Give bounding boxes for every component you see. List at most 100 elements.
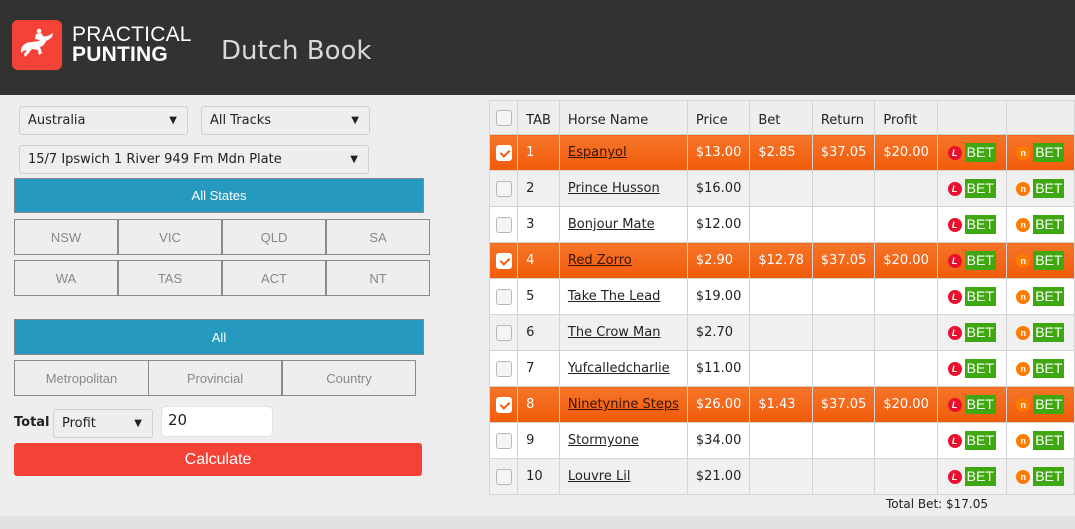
horse-name-link[interactable]: Prince Husson [568, 181, 660, 196]
header-return[interactable]: Return [811, 100, 876, 135]
bet-label[interactable]: BET [1033, 395, 1065, 414]
row-checkbox[interactable] [495, 216, 512, 233]
row-select-cell[interactable] [488, 350, 519, 387]
type-button-metropolitan[interactable]: Metropolitan [14, 360, 149, 396]
bet-label[interactable]: BET [1033, 179, 1065, 198]
ladbrokes-bet-button[interactable]: L BET [947, 143, 996, 162]
ladbrokes-bet-button[interactable]: L BET [947, 287, 996, 306]
bet-label[interactable]: BET [1033, 359, 1065, 378]
neds-bet-button[interactable]: n BET [1016, 359, 1065, 378]
state-button-tas[interactable]: TAS [118, 260, 222, 296]
all-states-button[interactable]: All States [14, 178, 424, 213]
bet-label[interactable]: BET [964, 287, 996, 306]
neds-bet-button[interactable]: n BET [1016, 251, 1065, 270]
bet-label[interactable]: BET [1033, 431, 1065, 450]
row-select-cell[interactable] [488, 422, 519, 459]
bet-label[interactable]: BET [964, 251, 996, 270]
neds-bet-button[interactable]: n BET [1016, 143, 1065, 162]
neds-bet-button[interactable]: n BET [1016, 467, 1065, 486]
row-checkbox[interactable] [495, 144, 512, 161]
ladbrokes-bet-button[interactable]: L BET [947, 395, 996, 414]
bet-label[interactable]: BET [964, 215, 996, 234]
race-select[interactable]: 15/7 Ipswich 1 River 949 Fm Mdn Plate ▼ [19, 145, 369, 174]
bet-label[interactable]: BET [964, 179, 996, 198]
horse-name-link[interactable]: Take The Lead [568, 289, 661, 304]
horse-name-link[interactable]: The Crow Man [568, 325, 661, 340]
neds-bet-button[interactable]: n BET [1016, 215, 1065, 234]
header-profit[interactable]: Profit [874, 100, 938, 135]
state-button-nt[interactable]: NT [326, 260, 430, 296]
row-checkbox[interactable] [495, 396, 512, 413]
bet-label[interactable]: BET [964, 359, 996, 378]
total-mode-select[interactable]: Profit ▼ [53, 409, 153, 438]
row-checkbox[interactable] [495, 180, 512, 197]
bet-label[interactable]: BET [964, 323, 996, 342]
bet-label[interactable]: BET [1033, 215, 1065, 234]
bet-label[interactable]: BET [1033, 467, 1065, 486]
row-checkbox[interactable] [495, 252, 512, 269]
row-select-cell[interactable] [488, 170, 519, 207]
ladbrokes-bet-button[interactable]: L BET [947, 179, 996, 198]
bet-label[interactable]: BET [964, 467, 996, 486]
row-select-cell[interactable] [488, 314, 519, 351]
ladbrokes-bet-button[interactable]: L BET [947, 215, 996, 234]
row-select-cell[interactable] [488, 134, 519, 171]
row-checkbox[interactable] [495, 360, 512, 377]
state-button-nsw[interactable]: NSW [14, 219, 118, 255]
row-checkbox[interactable] [495, 432, 512, 449]
header-horse-name[interactable]: Horse Name [558, 100, 688, 135]
row-select-cell[interactable] [488, 242, 519, 279]
bet-label[interactable]: BET [1033, 143, 1065, 162]
row-checkbox[interactable] [495, 288, 512, 305]
tracks-select[interactable]: All Tracks ▼ [201, 106, 370, 135]
row-select-cell[interactable] [488, 458, 519, 495]
horse-name-link[interactable]: Red Zorro [568, 253, 632, 268]
neds-bet-button[interactable]: n BET [1016, 431, 1065, 450]
all-types-button[interactable]: All [14, 319, 424, 355]
ladbrokes-bet-button[interactable]: L BET [947, 251, 996, 270]
horse-name-link[interactable]: Bonjour Mate [568, 217, 655, 232]
state-button-vic[interactable]: VIC [118, 219, 222, 255]
row-checkbox[interactable] [495, 324, 512, 341]
neds-bet-button[interactable]: n BET [1016, 395, 1065, 414]
bet-label[interactable]: BET [964, 431, 996, 450]
tab-number: 5 [517, 278, 560, 315]
header-tab[interactable]: TAB [517, 100, 560, 135]
neds-bet-button[interactable]: n BET [1016, 179, 1065, 198]
ladbrokes-bet-button[interactable]: L BET [947, 359, 996, 378]
ladbrokes-bet-button[interactable]: L BET [947, 431, 996, 450]
row-select-cell[interactable] [488, 386, 519, 423]
select-all-header[interactable] [488, 100, 519, 135]
country-select[interactable]: Australia ▼ [19, 106, 188, 135]
row-checkbox[interactable] [495, 468, 512, 485]
ladbrokes-bet-button[interactable]: L BET [947, 323, 996, 342]
calculate-button[interactable]: Calculate [14, 443, 422, 476]
neds-bet-button[interactable]: n BET [1016, 287, 1065, 306]
bet-label[interactable]: BET [1033, 323, 1065, 342]
bet-label[interactable]: BET [1033, 287, 1065, 306]
bet-label[interactable]: BET [964, 395, 996, 414]
type-button-provincial[interactable]: Provincial [148, 360, 282, 396]
state-button-qld[interactable]: QLD [222, 219, 326, 255]
row-select-cell[interactable] [488, 206, 519, 243]
header-price[interactable]: Price [686, 100, 751, 135]
bet-label[interactable]: BET [964, 143, 996, 162]
state-button-wa[interactable]: WA [14, 260, 118, 296]
horse-name-link[interactable]: Louvre Lil [568, 469, 631, 484]
header-bet[interactable]: Bet [749, 100, 813, 135]
horse-name-link[interactable]: Yufcalledcharlie [568, 361, 670, 376]
horse-name-link[interactable]: Ninetynine Steps [568, 397, 679, 412]
state-button-act[interactable]: ACT [222, 260, 326, 296]
bet-label[interactable]: BET [1033, 251, 1065, 270]
chevron-down-icon: ▼ [351, 115, 359, 126]
row-select-cell[interactable] [488, 278, 519, 315]
amount-input[interactable]: 20 [161, 406, 273, 437]
logo[interactable] [12, 20, 62, 70]
state-button-sa[interactable]: SA [326, 219, 430, 255]
neds-bet-button[interactable]: n BET [1016, 323, 1065, 342]
ladbrokes-bet-button[interactable]: L BET [947, 467, 996, 486]
type-button-country[interactable]: Country [282, 360, 416, 396]
select-all-checkbox[interactable] [495, 109, 512, 126]
horse-name-link[interactable]: Espanyol [568, 145, 627, 160]
horse-name-link[interactable]: Stormyone [568, 433, 639, 448]
